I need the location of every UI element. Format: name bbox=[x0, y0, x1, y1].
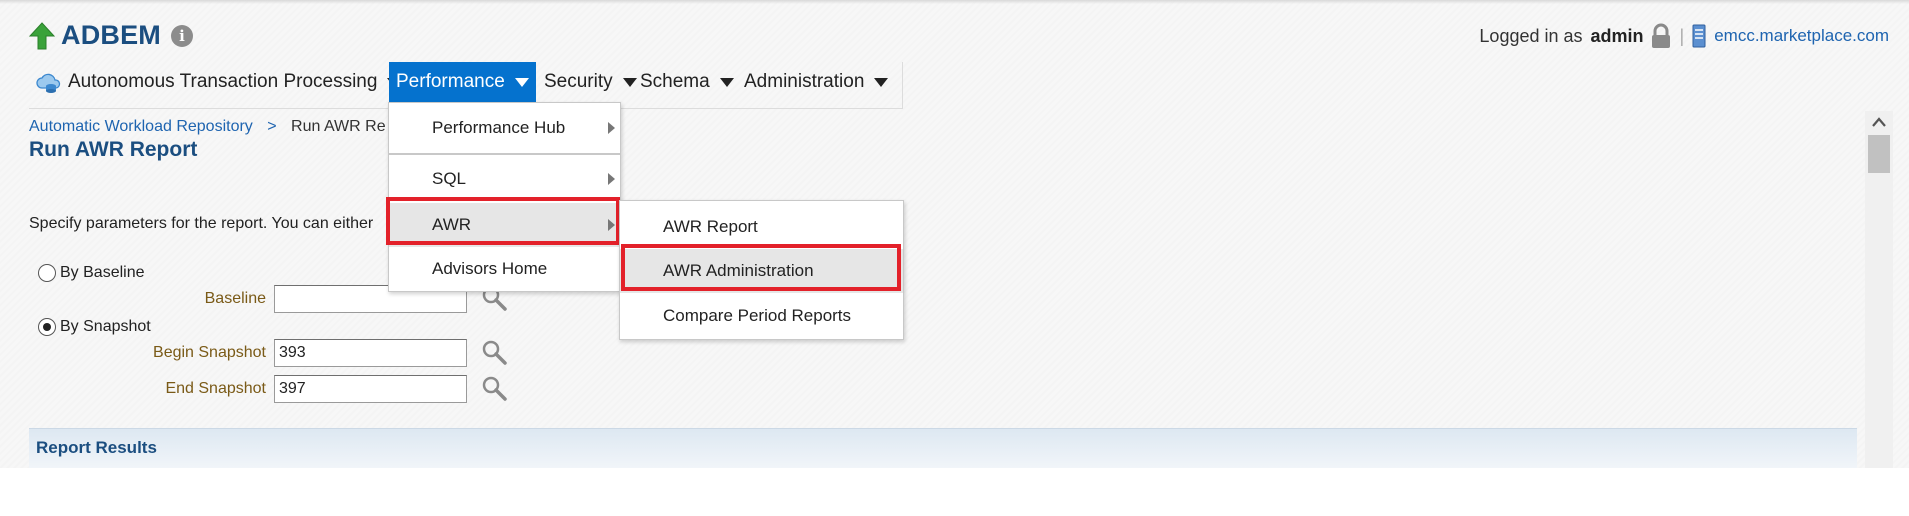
info-icon[interactable]: i bbox=[171, 24, 193, 47]
server-icon bbox=[1692, 24, 1706, 48]
end-snapshot-label: End Snapshot bbox=[165, 380, 266, 397]
by-baseline-radio[interactable] bbox=[38, 264, 56, 282]
menu-item-label: Advisors Home bbox=[432, 259, 548, 278]
page-title: Run AWR Report bbox=[29, 138, 198, 161]
scrollbar-thumb[interactable] bbox=[1868, 135, 1890, 173]
begin-snapshot-label: Begin Snapshot bbox=[153, 344, 266, 361]
menu-label: Security bbox=[544, 71, 613, 92]
end-snapshot-input[interactable] bbox=[274, 375, 467, 403]
report-results-header: Report Results bbox=[29, 428, 1857, 468]
chevron-up-icon[interactable] bbox=[1872, 117, 1886, 127]
by-snapshot-label: By Snapshot bbox=[60, 318, 151, 335]
up-arrow-icon bbox=[29, 21, 55, 49]
chevron-down-icon bbox=[874, 77, 889, 87]
vertical-scrollbar[interactable] bbox=[1865, 111, 1893, 468]
menu-item-performance-hub[interactable]: Performance Hub bbox=[389, 103, 620, 153]
chevron-down-icon bbox=[514, 77, 529, 87]
host-link[interactable]: emcc.marketplace.com bbox=[1714, 26, 1889, 46]
logged-in-label: Logged in as bbox=[1479, 25, 1583, 46]
menu-item-label: Performance Hub bbox=[432, 118, 566, 137]
search-icon[interactable] bbox=[481, 339, 507, 365]
app-title: ADBEM bbox=[61, 20, 161, 50]
cloud-database-icon bbox=[36, 73, 61, 93]
breadcrumb: Automatic Workload Repository > Run AWR … bbox=[29, 118, 386, 136]
chevron-right-icon bbox=[608, 122, 615, 134]
menu-autonomous-transaction-processing[interactable]: Autonomous Transaction Processing bbox=[29, 62, 408, 102]
breadcrumb-current: Run AWR Re bbox=[291, 118, 386, 135]
app-window: ADBEM i Logged in as admin | emcc.market… bbox=[0, 0, 1909, 468]
menu-item-compare-period-reports[interactable]: Compare Period Reports bbox=[620, 294, 903, 338]
menu-item-awr-report[interactable]: AWR Report bbox=[620, 205, 903, 249]
highlight-box-awr bbox=[386, 197, 620, 245]
breadcrumb-link-awr[interactable]: Automatic Workload Repository bbox=[29, 118, 253, 135]
breadcrumb-separator: > bbox=[267, 118, 277, 135]
highlight-box-awr-administration bbox=[621, 244, 901, 291]
menu-item-sql[interactable]: SQL bbox=[389, 155, 620, 203]
menu-administration[interactable]: Administration bbox=[737, 62, 895, 102]
report-results-title: Report Results bbox=[36, 438, 157, 457]
app-brand: ADBEM i bbox=[29, 20, 193, 51]
username: admin bbox=[1590, 25, 1644, 46]
by-baseline-label: By Baseline bbox=[60, 264, 145, 281]
by-snapshot-option[interactable]: By Snapshot bbox=[38, 318, 151, 336]
begin-snapshot-input[interactable] bbox=[274, 339, 467, 367]
chevron-right-icon bbox=[608, 173, 615, 185]
search-icon[interactable] bbox=[481, 375, 507, 401]
menu-schema[interactable]: Schema bbox=[633, 62, 741, 102]
menu-label: Autonomous Transaction Processing bbox=[68, 71, 378, 92]
menu-label: Administration bbox=[744, 71, 865, 92]
menu-performance[interactable]: Performance bbox=[389, 62, 536, 102]
menu-item-label: Compare Period Reports bbox=[663, 306, 852, 325]
menu-item-label: SQL bbox=[432, 169, 467, 188]
by-snapshot-radio[interactable] bbox=[38, 318, 56, 336]
menu-item-advisors-home[interactable]: Advisors Home bbox=[389, 247, 620, 291]
chevron-down-icon bbox=[719, 77, 734, 87]
menu-security[interactable]: Security bbox=[537, 62, 644, 102]
user-bar: Logged in as admin | emcc.marketplace.co… bbox=[1479, 23, 1889, 49]
menu-item-label: AWR Report bbox=[663, 217, 758, 236]
menu-label: Schema bbox=[640, 71, 710, 92]
by-baseline-option[interactable]: By Baseline bbox=[38, 264, 145, 282]
separator: | bbox=[1679, 25, 1685, 46]
baseline-label: Baseline bbox=[204, 290, 266, 307]
instructions-text: Specify parameters for the report. You c… bbox=[29, 215, 374, 232]
menu-label: Performance bbox=[396, 71, 505, 92]
lock-icon[interactable] bbox=[1650, 23, 1672, 49]
